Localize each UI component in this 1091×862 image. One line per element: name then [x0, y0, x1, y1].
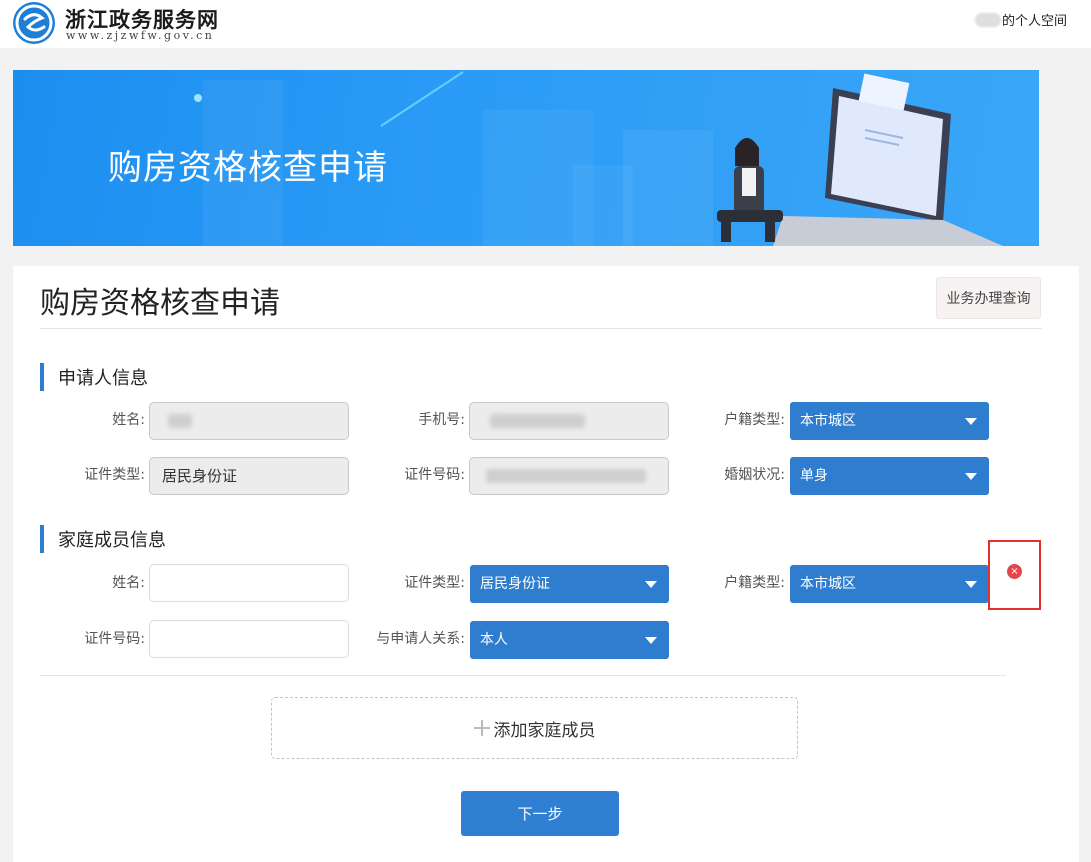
- personal-space-label: 的个人空间: [1001, 14, 1067, 29]
- applicant-id-number-label: 证件号码:: [404, 467, 465, 483]
- section-accent-bar: [40, 525, 44, 553]
- applicant-id-type-field: 居民身份证: [149, 457, 349, 495]
- family-id-type-value: 居民身份证: [480, 576, 550, 592]
- applicant-phone-label: 手机号:: [418, 412, 465, 428]
- family-hukou-value: 本市城区: [800, 576, 856, 592]
- applicant-id-number-field: [469, 457, 669, 495]
- title-divider: [40, 328, 1042, 329]
- applicant-marital-value: 单身: [800, 468, 828, 484]
- add-family-member-label: 添加家庭成员: [493, 720, 596, 741]
- site-header: 浙江政务服务网 www.zjzwfw.gov.cn 的个人空间: [0, 0, 1091, 48]
- remove-member-icon[interactable]: ×: [1007, 564, 1022, 579]
- family-id-number-label: 证件号码:: [84, 631, 145, 647]
- family-section-title: 家庭成员信息: [58, 530, 166, 551]
- applicant-hukou-select[interactable]: 本市城区: [790, 402, 989, 440]
- family-id-type-select[interactable]: 居民身份证: [470, 565, 669, 603]
- blurred-value: [486, 469, 646, 483]
- blurred-value: [168, 414, 192, 428]
- hero-banner: 购房资格核查申请: [13, 70, 1039, 246]
- section-accent-bar: [40, 363, 44, 391]
- applicant-section-title: 申请人信息: [58, 368, 148, 389]
- applicant-name-field: [149, 402, 349, 440]
- family-relation-label: 与申请人关系:: [376, 631, 465, 647]
- caret-down-icon: [965, 418, 977, 425]
- family-id-type-label: 证件类型:: [404, 575, 465, 591]
- application-panel: 购房资格核查申请 业务办理查询 申请人信息 姓名: 手机号: 户籍类型: 本市城…: [13, 266, 1079, 862]
- family-divider: [40, 675, 1006, 676]
- next-step-button[interactable]: 下一步: [461, 791, 619, 836]
- site-logo-icon[interactable]: [13, 2, 55, 44]
- applicant-marital-label: 婚姻状况:: [724, 467, 785, 483]
- applicant-marital-select[interactable]: 单身: [790, 457, 989, 495]
- applicant-hukou-label: 户籍类型:: [724, 412, 785, 428]
- family-relation-value: 本人: [480, 632, 508, 648]
- family-relation-select[interactable]: 本人: [470, 621, 669, 659]
- site-url: www.zjzwfw.gov.cn: [66, 29, 215, 42]
- applicant-phone-field: [469, 402, 669, 440]
- family-section-header: 家庭成员信息: [40, 524, 166, 554]
- page-title: 购房资格核查申请: [40, 286, 280, 321]
- caret-down-icon: [645, 581, 657, 588]
- family-id-number-input[interactable]: [149, 620, 349, 658]
- plus-icon: [473, 720, 490, 736]
- applicant-section-header: 申请人信息: [40, 362, 148, 392]
- blurred-value: [490, 414, 585, 428]
- applicant-name-label: 姓名:: [112, 412, 145, 428]
- personal-space-link[interactable]: 的个人空间: [974, 10, 1067, 29]
- family-name-input[interactable]: [149, 564, 349, 602]
- remove-member-highlight: ×: [988, 540, 1041, 610]
- applicant-id-type-label: 证件类型:: [84, 467, 145, 483]
- caret-down-icon: [965, 473, 977, 480]
- add-family-member-button[interactable]: 添加家庭成员: [271, 697, 798, 759]
- family-name-label: 姓名:: [112, 575, 145, 591]
- family-hukou-label: 户籍类型:: [724, 575, 785, 591]
- username-blurred: [974, 12, 1001, 27]
- applicant-hukou-value: 本市城区: [800, 413, 856, 429]
- business-query-button[interactable]: 业务办理查询: [936, 277, 1041, 319]
- family-hukou-select[interactable]: 本市城区: [790, 565, 989, 603]
- caret-down-icon: [645, 637, 657, 644]
- banner-title: 购房资格核查申请: [108, 148, 388, 188]
- caret-down-icon: [965, 581, 977, 588]
